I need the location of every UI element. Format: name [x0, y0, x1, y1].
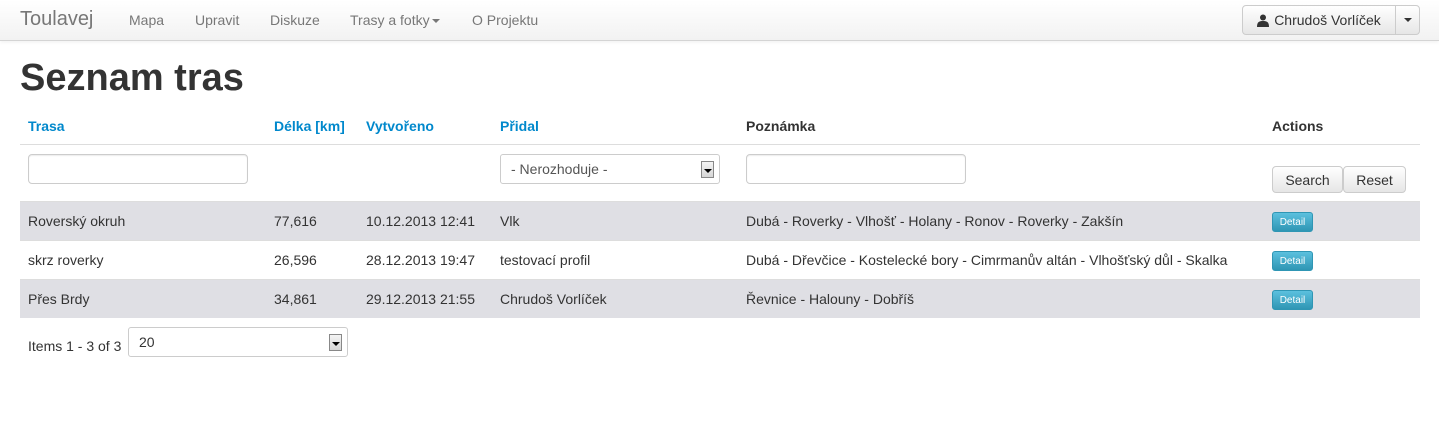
cell-pridal: Chrudoš Vorlíček	[500, 291, 607, 307]
nav-item-o-projektu[interactable]: O Projektu	[472, 12, 538, 28]
user-menu-button[interactable]: Chrudoš Vorlíček	[1242, 5, 1396, 35]
page-size-select[interactable]: 20	[128, 327, 348, 357]
column-header-trasa[interactable]: Trasa	[28, 118, 65, 134]
top-navbar: Toulavej Mapa Upravit Diskuze Trasy a fo…	[0, 0, 1439, 41]
cell-delka: 34,861	[274, 291, 317, 307]
cell-poznamka: Řevnice - Halouny - Dobříš	[746, 291, 915, 307]
cell-poznamka: Dubá - Dřevčice - Kostelecké bory - Cimr…	[746, 252, 1228, 268]
column-header-delka[interactable]: Délka [km]	[274, 118, 345, 134]
cell-vytvoreno: 28.12.2013 19:47	[366, 252, 475, 268]
user-menu-toggle[interactable]	[1395, 5, 1420, 35]
pridal-filter-selected: - Nerozhoduje -	[511, 161, 608, 177]
brand-link[interactable]: Toulavej	[20, 8, 93, 31]
cell-trasa: Přes Brdy	[28, 291, 90, 307]
page-title: Seznam tras	[20, 57, 244, 99]
filter-row: - Nerozhoduje - Search Reset	[20, 145, 1420, 201]
table-row: skrz roverky 26,596 28.12.2013 19:47 tes…	[20, 240, 1420, 279]
nav-item-trasy-a-fotky-label: Trasy a fotky	[350, 12, 430, 28]
cell-vytvoreno: 29.12.2013 21:55	[366, 291, 475, 307]
cell-trasa: Roverský okruh	[28, 213, 126, 229]
cell-vytvoreno: 10.12.2013 12:41	[366, 213, 475, 229]
user-name: Chrudoš Vorlíček	[1274, 12, 1381, 28]
poznamka-filter-input[interactable]	[746, 154, 966, 184]
nav-item-upravit[interactable]: Upravit	[195, 12, 239, 28]
page-size-value: 20	[139, 334, 155, 350]
dropdown-arrow-icon	[701, 161, 714, 178]
cell-poznamka: Dubá - Roverky - Vlhošť - Holany - Ronov…	[746, 213, 1124, 229]
trasa-filter-input[interactable]	[28, 154, 248, 184]
table-header-row: Trasa Délka [km] Vytvořeno Přidal Poznám…	[20, 108, 1420, 145]
dropdown-arrow-icon	[329, 334, 342, 351]
detail-button[interactable]: Detail	[1272, 212, 1313, 232]
column-header-vytvoreno[interactable]: Vytvořeno	[366, 118, 434, 134]
routes-table: Trasa Délka [km] Vytvořeno Přidal Poznám…	[20, 108, 1420, 318]
user-icon	[1257, 14, 1270, 27]
nav-item-diskuze[interactable]: Diskuze	[270, 12, 320, 28]
nav-item-mapa[interactable]: Mapa	[129, 12, 164, 28]
table-row: Přes Brdy 34,861 29.12.2013 21:55 Chrudo…	[20, 279, 1420, 318]
pager-info: Items 1 - 3 of 3	[28, 338, 122, 354]
pridal-filter-select[interactable]: - Nerozhoduje -	[500, 154, 720, 184]
column-header-actions: Actions	[1272, 118, 1324, 134]
table-row: Roverský okruh 77,616 10.12.2013 12:41 V…	[20, 201, 1420, 240]
detail-button[interactable]: Detail	[1272, 290, 1313, 310]
cell-delka: 26,596	[274, 252, 317, 268]
cell-pridal: Vlk	[500, 213, 520, 229]
column-header-poznamka: Poznámka	[746, 118, 816, 134]
reset-button[interactable]: Reset	[1343, 166, 1406, 193]
cell-trasa: skrz roverky	[28, 252, 104, 268]
search-button[interactable]: Search	[1272, 166, 1343, 193]
detail-button[interactable]: Detail	[1272, 251, 1313, 271]
column-header-pridal[interactable]: Přidal	[500, 118, 539, 134]
nav-item-trasy-a-fotky[interactable]: Trasy a fotky	[350, 12, 440, 28]
cell-pridal: testovací profil	[500, 252, 591, 268]
cell-delka: 77,616	[274, 213, 317, 229]
chevron-down-icon	[431, 19, 440, 24]
chevron-down-icon	[1403, 18, 1412, 22]
